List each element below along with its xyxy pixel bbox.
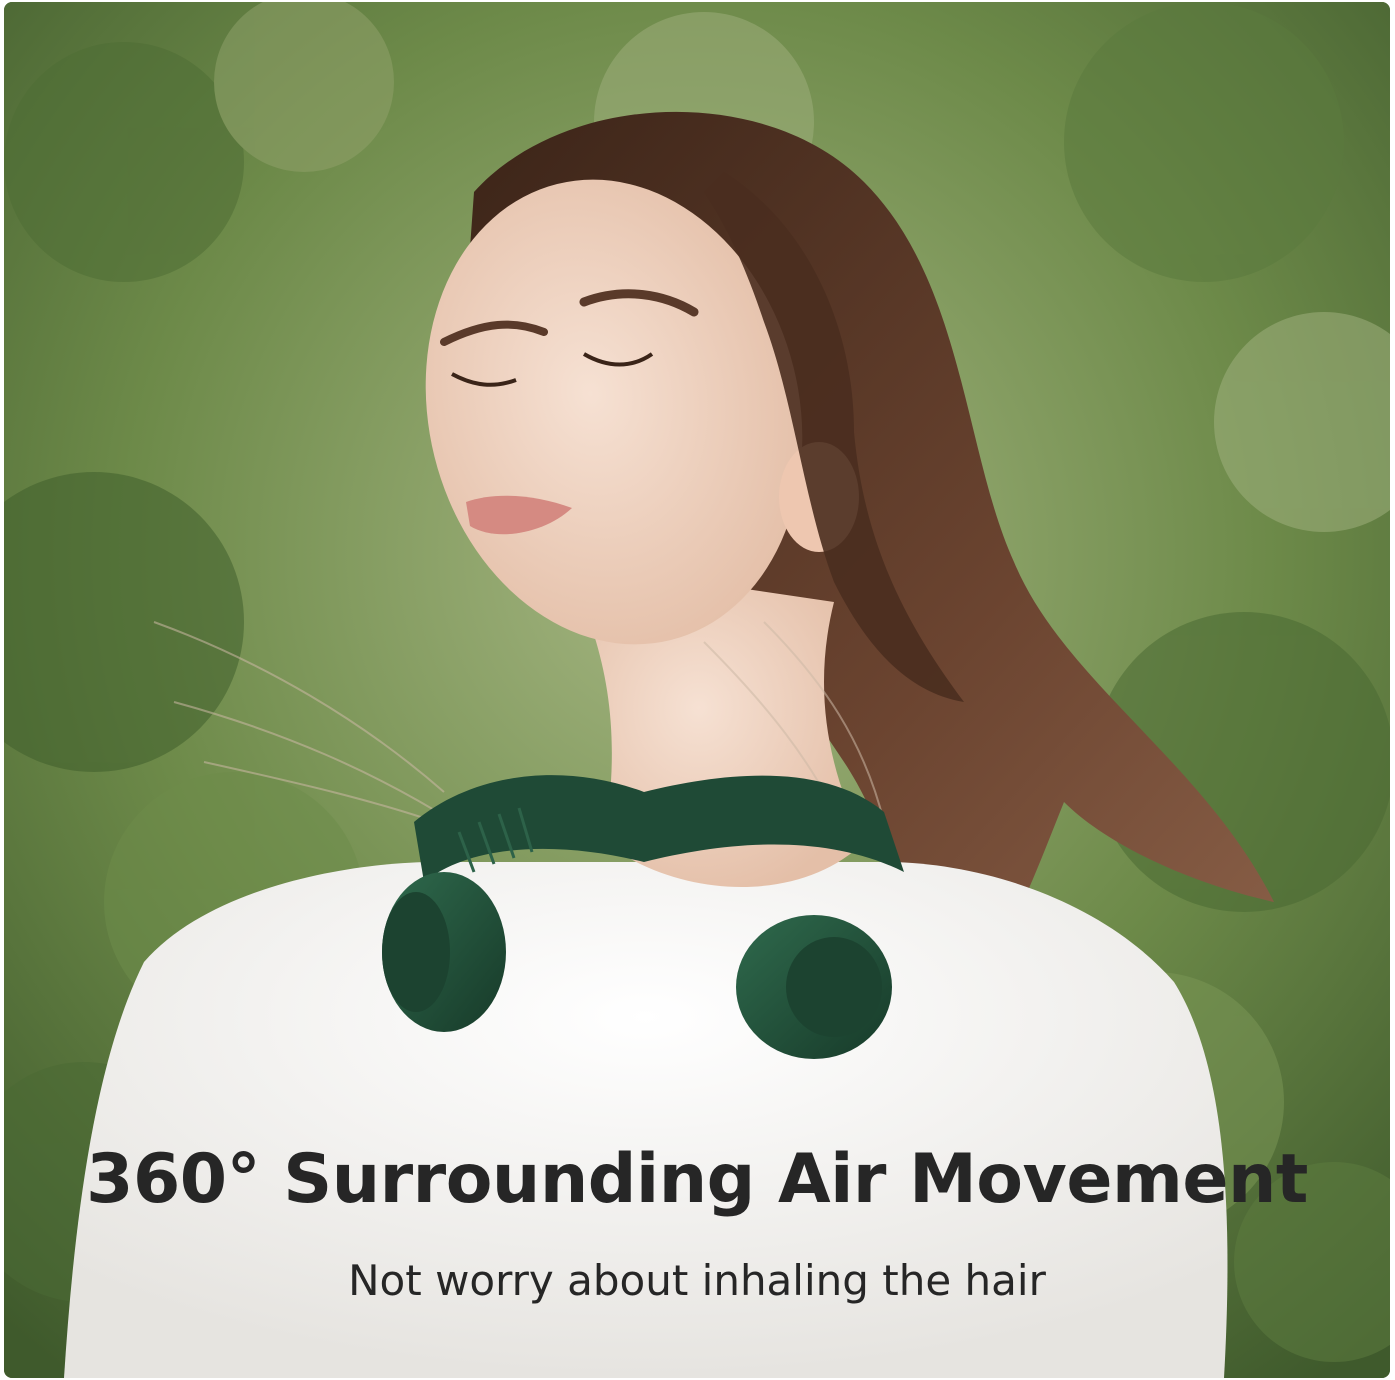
caption-headline: 360° Surrounding Air Movement [86, 1140, 1308, 1219]
product-photo: 360° Surrounding Air Movement Not worry … [4, 2, 1390, 1378]
neck-fan-left-button [382, 892, 450, 1012]
neck-fan-right-button [786, 937, 882, 1037]
caption-subline: Not worry about inhaling the hair [348, 1256, 1046, 1305]
